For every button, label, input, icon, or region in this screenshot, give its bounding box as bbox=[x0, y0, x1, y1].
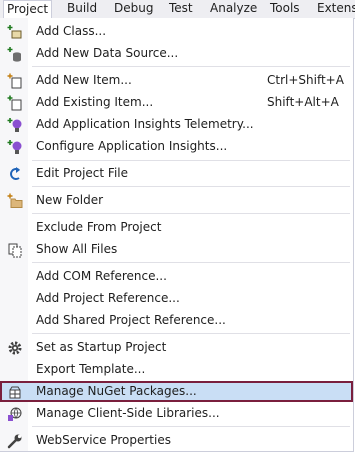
menu-item-label: WebService Properties bbox=[36, 433, 171, 447]
show-all-files-icon bbox=[7, 242, 23, 258]
menu-item-label: Show All Files bbox=[36, 242, 118, 256]
menu-item-shortcut: Shift+Alt+A bbox=[267, 95, 339, 109]
menu-separator bbox=[32, 160, 350, 161]
menu-item-label: Add Application Insights Telemetry... bbox=[36, 117, 254, 131]
menu-item-webservice-properties[interactable]: WebService Properties bbox=[0, 430, 353, 451]
menu-item-configure-app-insights[interactable]: Configure Application Insights... bbox=[0, 136, 353, 157]
menu-item-add-new-item[interactable]: Add New Item... Ctrl+Shift+A bbox=[0, 70, 353, 91]
add-new-item-icon bbox=[7, 73, 23, 89]
menu-bar: Project Build Debug Test Analyze Tools E… bbox=[0, 0, 355, 19]
menu-item-add-com-reference[interactable]: Add COM Reference... bbox=[0, 266, 353, 287]
menu-item-label: Add Class... bbox=[36, 24, 107, 38]
menu-separator bbox=[32, 213, 350, 214]
menu-item-label: Configure Application Insights... bbox=[36, 139, 228, 153]
menu-item-set-startup-project[interactable]: Set as Startup Project bbox=[0, 337, 353, 358]
menu-item-label: Add COM Reference... bbox=[36, 269, 167, 283]
edit-project-icon bbox=[7, 166, 23, 182]
menu-item-exclude-from-project[interactable]: Exclude From Project bbox=[0, 217, 353, 238]
menu-tools[interactable]: Tools bbox=[266, 0, 304, 18]
menu-item-label: Add Existing Item... bbox=[36, 95, 154, 109]
menu-item-label: Manage NuGet Packages... bbox=[36, 384, 197, 398]
menu-item-shortcut: Ctrl+Shift+A bbox=[267, 73, 344, 87]
menu-separator bbox=[32, 426, 350, 427]
menu-item-add-existing-item[interactable]: Add Existing Item... Shift+Alt+A bbox=[0, 92, 353, 113]
gear-icon bbox=[7, 340, 23, 356]
add-class-icon bbox=[7, 24, 23, 40]
menu-test[interactable]: Test bbox=[165, 0, 197, 18]
menu-separator bbox=[32, 333, 350, 334]
menu-item-label: Edit Project File bbox=[36, 166, 129, 180]
menu-item-label: Add Shared Project Reference... bbox=[36, 313, 226, 327]
menu-item-export-template[interactable]: Export Template... bbox=[0, 359, 353, 380]
new-folder-icon bbox=[7, 193, 23, 209]
menu-item-add-shared-project-reference[interactable]: Add Shared Project Reference... bbox=[0, 310, 353, 331]
menu-item-label: Export Template... bbox=[36, 362, 146, 376]
menu-item-manage-client-side-libraries[interactable]: Manage Client-Side Libraries... bbox=[0, 403, 353, 424]
menu-separator bbox=[32, 186, 350, 187]
menu-item-edit-project-file[interactable]: Edit Project File bbox=[0, 163, 353, 184]
menu-item-label: Add Project Reference... bbox=[36, 291, 180, 305]
menu-project[interactable]: Project bbox=[3, 0, 53, 18]
menu-item-label: Set as Startup Project bbox=[36, 340, 167, 354]
menu-item-label: Add New Data Source... bbox=[36, 46, 179, 60]
wrench-icon bbox=[7, 433, 23, 449]
menu-item-manage-nuget-packages[interactable]: Manage NuGet Packages... bbox=[0, 381, 353, 402]
client-libraries-icon bbox=[7, 406, 23, 422]
menu-item-add-data-source[interactable]: Add New Data Source... bbox=[0, 43, 353, 64]
menu-item-label: Add New Item... bbox=[36, 73, 132, 87]
configure-insights-icon bbox=[7, 139, 23, 155]
menu-extensions[interactable]: Extensi bbox=[313, 0, 355, 18]
project-menu-dropdown: Add Class... Add New Data Source... Add … bbox=[0, 18, 354, 452]
add-existing-item-icon bbox=[7, 95, 23, 111]
menu-item-add-app-insights[interactable]: Add Application Insights Telemetry... bbox=[0, 114, 353, 135]
menu-item-show-all-files[interactable]: Show All Files bbox=[0, 239, 353, 260]
menu-analyze[interactable]: Analyze bbox=[206, 0, 261, 18]
menu-build[interactable]: Build bbox=[63, 0, 101, 18]
menu-debug[interactable]: Debug bbox=[110, 0, 157, 18]
menu-separator bbox=[32, 262, 350, 263]
add-data-source-icon bbox=[7, 46, 23, 62]
menu-item-new-folder[interactable]: New Folder bbox=[0, 190, 353, 211]
menu-item-add-project-reference[interactable]: Add Project Reference... bbox=[0, 288, 353, 309]
menu-item-label: Manage Client-Side Libraries... bbox=[36, 406, 220, 420]
menu-item-label: New Folder bbox=[36, 193, 104, 207]
menu-separator bbox=[32, 66, 350, 67]
nuget-icon bbox=[7, 384, 23, 400]
menu-item-label: Exclude From Project bbox=[36, 220, 162, 234]
insights-telemetry-icon bbox=[7, 117, 23, 133]
menu-item-add-class[interactable]: Add Class... bbox=[0, 21, 353, 42]
